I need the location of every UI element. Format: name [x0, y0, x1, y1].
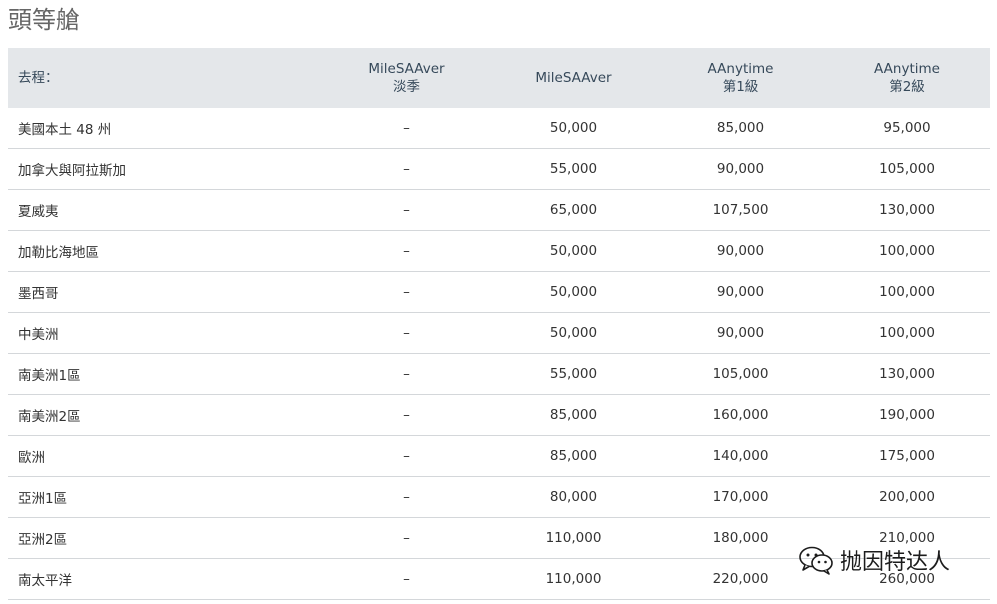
watermark: 抛因特达人: [798, 544, 950, 576]
route-cell: 亞洲1區: [8, 476, 323, 518]
value-cell: 170,000: [657, 476, 824, 518]
value-cell: 80,000: [490, 476, 657, 518]
award-chart-table: 去程： MileSAAver 淡季 MileSAAver AAnytime 第1…: [8, 48, 990, 600]
table-row: 夏威夷 – 65,000 107,500 130,000: [8, 189, 990, 231]
value-cell: 130,000: [824, 353, 990, 395]
value-cell: 110,000: [490, 558, 657, 600]
page: 頭等艙 去程： MileSAAver 淡季 MileSAAver AAnytim…: [0, 0, 997, 604]
value-cell: 110,000: [490, 517, 657, 559]
header-milesaaver-off-peak: MileSAAver 淡季: [323, 48, 490, 108]
table-row: 南美洲2區 – 85,000 160,000 190,000: [8, 394, 990, 436]
route-cell: 夏威夷: [8, 189, 323, 231]
header-milesaaver: MileSAAver: [490, 48, 657, 108]
value-cell: 160,000: [657, 394, 824, 436]
table-row: 歐洲 – 85,000 140,000 175,000: [8, 435, 990, 477]
value-cell: –: [323, 271, 490, 313]
value-cell: 55,000: [490, 148, 657, 190]
header-aanytime-level-1: AAnytime 第1級: [657, 48, 824, 108]
value-cell: –: [323, 312, 490, 354]
value-cell: 90,000: [657, 271, 824, 313]
value-cell: –: [323, 435, 490, 477]
value-cell: 50,000: [490, 271, 657, 313]
value-cell: 50,000: [490, 230, 657, 272]
value-cell: 85,000: [657, 108, 824, 149]
value-cell: 65,000: [490, 189, 657, 231]
header-line: 淡季: [393, 79, 420, 95]
value-cell: –: [323, 148, 490, 190]
value-cell: 100,000: [824, 230, 990, 272]
value-cell: 130,000: [824, 189, 990, 231]
value-cell: 175,000: [824, 435, 990, 477]
value-cell: 100,000: [824, 271, 990, 313]
value-cell: 107,500: [657, 189, 824, 231]
value-cell: –: [323, 353, 490, 395]
table-row: 墨西哥 – 50,000 90,000 100,000: [8, 271, 990, 313]
table-row: 亞洲1區 – 80,000 170,000 200,000: [8, 476, 990, 518]
route-cell: 加勒比海地區: [8, 230, 323, 272]
header-aanytime-level-2: AAnytime 第2級: [824, 48, 990, 108]
table-row: 美國本土 48 州 – 50,000 85,000 95,000: [8, 108, 990, 149]
value-cell: 95,000: [824, 108, 990, 149]
value-cell: 105,000: [824, 148, 990, 190]
table-row: 加勒比海地區 – 50,000 90,000 100,000: [8, 230, 990, 272]
table-row: 中美洲 – 50,000 90,000 100,000: [8, 312, 990, 354]
table-row: 南美洲1區 – 55,000 105,000 130,000: [8, 353, 990, 395]
value-cell: 85,000: [490, 435, 657, 477]
value-cell: 50,000: [490, 108, 657, 149]
route-cell: 加拿大與阿拉斯加: [8, 148, 323, 190]
value-cell: 190,000: [824, 394, 990, 436]
value-cell: –: [323, 108, 490, 149]
value-cell: 90,000: [657, 230, 824, 272]
route-cell: 美國本土 48 州: [8, 108, 323, 149]
header-line: MileSAAver: [368, 61, 445, 77]
value-cell: –: [323, 476, 490, 518]
value-cell: 50,000: [490, 312, 657, 354]
header-line: AAnytime: [707, 61, 774, 77]
value-cell: 105,000: [657, 353, 824, 395]
route-cell: 墨西哥: [8, 271, 323, 313]
header-line: MileSAAver: [535, 70, 612, 86]
value-cell: 90,000: [657, 312, 824, 354]
route-cell: 南美洲2區: [8, 394, 323, 436]
table-header-row: 去程： MileSAAver 淡季 MileSAAver AAnytime 第1…: [8, 48, 990, 108]
route-cell: 歐洲: [8, 435, 323, 477]
value-cell: 100,000: [824, 312, 990, 354]
route-cell: 南美洲1區: [8, 353, 323, 395]
value-cell: 85,000: [490, 394, 657, 436]
route-cell: 中美洲: [8, 312, 323, 354]
table-row: 加拿大與阿拉斯加 – 55,000 90,000 105,000: [8, 148, 990, 190]
value-cell: 200,000: [824, 476, 990, 518]
wechat-icon: [798, 545, 834, 575]
header-route: 去程：: [8, 48, 323, 108]
watermark-text: 抛因特达人: [840, 550, 951, 575]
value-cell: –: [323, 230, 490, 272]
value-cell: –: [323, 394, 490, 436]
value-cell: 140,000: [657, 435, 824, 477]
value-cell: –: [323, 558, 490, 600]
header-line: 第2級: [889, 79, 925, 95]
value-cell: –: [323, 517, 490, 559]
value-cell: 90,000: [657, 148, 824, 190]
page-title: 頭等艙: [8, 6, 80, 34]
route-cell: 亞洲2區: [8, 517, 323, 559]
route-cell: 南太平洋: [8, 558, 323, 600]
value-cell: 55,000: [490, 353, 657, 395]
header-line: 第1級: [722, 79, 759, 95]
value-cell: –: [323, 189, 490, 231]
header-line: AAnytime: [874, 61, 940, 77]
